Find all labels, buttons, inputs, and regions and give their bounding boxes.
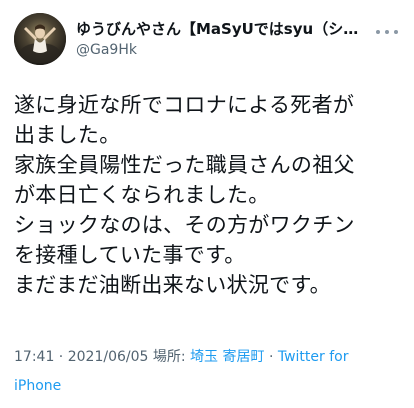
author-display-name[interactable]: ゆうびんやさん【MaSyUではsyu（シ… <box>76 20 400 39</box>
tweet-text-line: を接種していた事です。 <box>14 243 246 267</box>
more-dot <box>376 30 380 34</box>
tweet-time[interactable]: 17:41 <box>14 349 54 365</box>
location-link[interactable]: 埼玉 寄居町 <box>190 349 264 365</box>
tweet-text-line: 家族全員陽性だった職員さんの祖父 <box>14 153 355 177</box>
meta-separator: · <box>54 349 68 365</box>
tweet-text-line: ショックなのは、その方がワクチン <box>14 213 355 237</box>
tweet-card: ゆうびんやさん【MaSyUではsyu（シ… @Ga9Hk 遂に身近な所でコロナに… <box>0 0 414 408</box>
tweet-text-line: 遂に身近な所でコロナによる死者が <box>14 93 355 117</box>
source-link-part: Twitter for <box>277 349 349 365</box>
tweet-text-line: 出ました。 <box>14 123 121 147</box>
avatar[interactable] <box>14 13 66 65</box>
location-label: 場所: <box>148 349 191 365</box>
avatar-image <box>14 13 66 65</box>
meta-separator: · <box>264 349 278 365</box>
author-names: ゆうびんやさん【MaSyUではsyu（シ… @Ga9Hk <box>76 13 400 59</box>
tweet-meta: 17:41 · 2021/06/05 場所: 埼玉 寄居町 · Twitter … <box>14 343 400 401</box>
tweet-header: ゆうびんやさん【MaSyUではsyu（シ… @Ga9Hk <box>14 13 400 69</box>
author-handle[interactable]: @Ga9Hk <box>76 41 400 59</box>
more-options-icon[interactable] <box>376 25 398 39</box>
tweet-date[interactable]: 2021/06/05 <box>68 349 149 365</box>
more-dot <box>394 30 398 34</box>
source-link-part: iPhone <box>14 378 62 394</box>
more-dot <box>385 30 389 34</box>
tweet-text: 遂に身近な所でコロナによる死者が 出ました。 家族全員陽性だった職員さんの祖父 … <box>14 90 404 300</box>
tweet-text-line: まだまだ油断出来ない状況です。 <box>14 273 331 297</box>
tweet-text-line: が本日亡くなられました。 <box>14 183 270 207</box>
